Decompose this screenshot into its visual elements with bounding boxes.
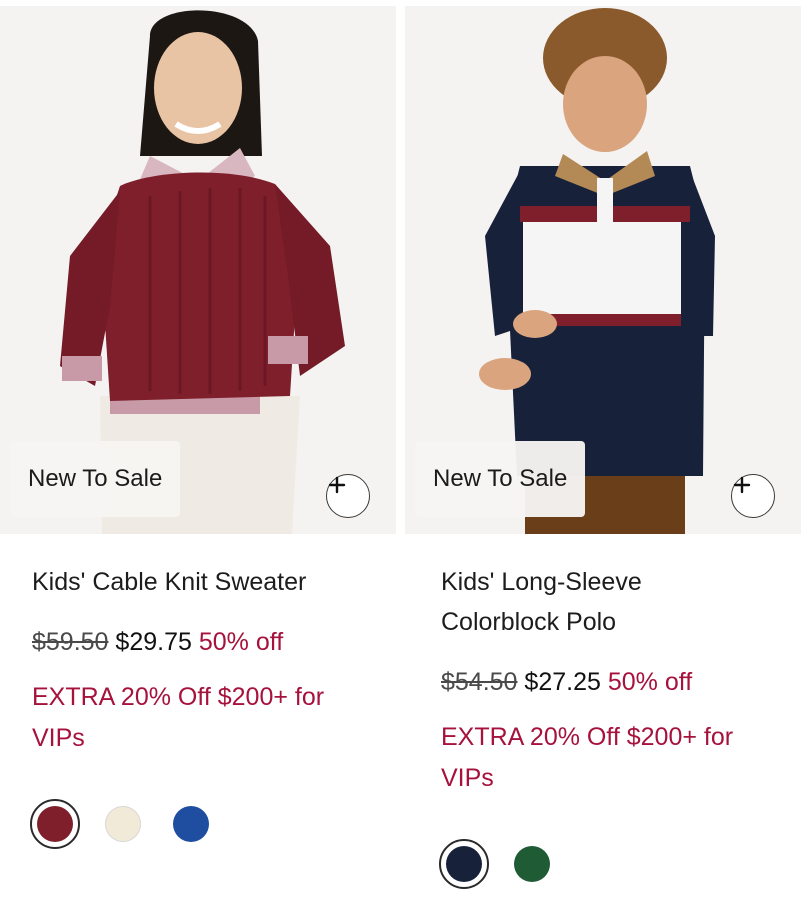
discount-label: 50% off bbox=[198, 628, 284, 656]
product-card[interactable]: New To Sale Kids' Cable Knit Sweater $59… bbox=[0, 6, 396, 849]
swatch-color bbox=[173, 806, 209, 842]
color-swatches bbox=[439, 839, 765, 889]
discount-label: 50% off bbox=[607, 668, 693, 696]
product-card[interactable]: New To Sale Kids' Long-Sleeve Colorblock… bbox=[405, 6, 801, 889]
plus-icon bbox=[733, 476, 751, 494]
swatch-color bbox=[105, 806, 141, 842]
sale-price: $27.25 bbox=[524, 668, 601, 696]
swatch-green[interactable] bbox=[507, 839, 557, 889]
swatch-color bbox=[446, 846, 482, 882]
product-title[interactable]: Kids' Cable Knit Sweater bbox=[32, 562, 364, 602]
promo-text: EXTRA 20% Off $200+ for VIPs bbox=[441, 723, 734, 792]
quick-add-button[interactable] bbox=[731, 474, 775, 518]
product-title[interactable]: Kids' Long-Sleeve Colorblock Polo bbox=[441, 562, 765, 642]
swatch-burgundy[interactable] bbox=[30, 799, 80, 849]
product-grid: New To Sale Kids' Cable Knit Sweater $59… bbox=[0, 0, 801, 900]
plus-icon bbox=[328, 476, 346, 494]
swatch-color bbox=[514, 846, 550, 882]
original-price: $59.50 bbox=[32, 628, 109, 656]
original-price: $54.50 bbox=[441, 668, 518, 696]
promo-text: EXTRA 20% Off $200+ for VIPs bbox=[32, 683, 325, 752]
new-to-sale-badge: New To Sale bbox=[415, 441, 586, 517]
product-image[interactable]: New To Sale bbox=[405, 6, 801, 534]
new-to-sale-badge: New To Sale bbox=[10, 441, 181, 517]
swatch-navy[interactable] bbox=[439, 839, 489, 889]
swatch-blue[interactable] bbox=[166, 799, 216, 849]
price-row: $59.50 $29.75 50% off bbox=[32, 622, 364, 662]
product-image[interactable]: New To Sale bbox=[0, 6, 396, 534]
swatch-cream[interactable] bbox=[98, 799, 148, 849]
price-row: $54.50 $27.25 50% off bbox=[441, 662, 765, 702]
quick-add-button[interactable] bbox=[326, 474, 370, 518]
swatch-color bbox=[37, 806, 73, 842]
color-swatches bbox=[30, 799, 364, 849]
sale-price: $29.75 bbox=[115, 628, 192, 656]
